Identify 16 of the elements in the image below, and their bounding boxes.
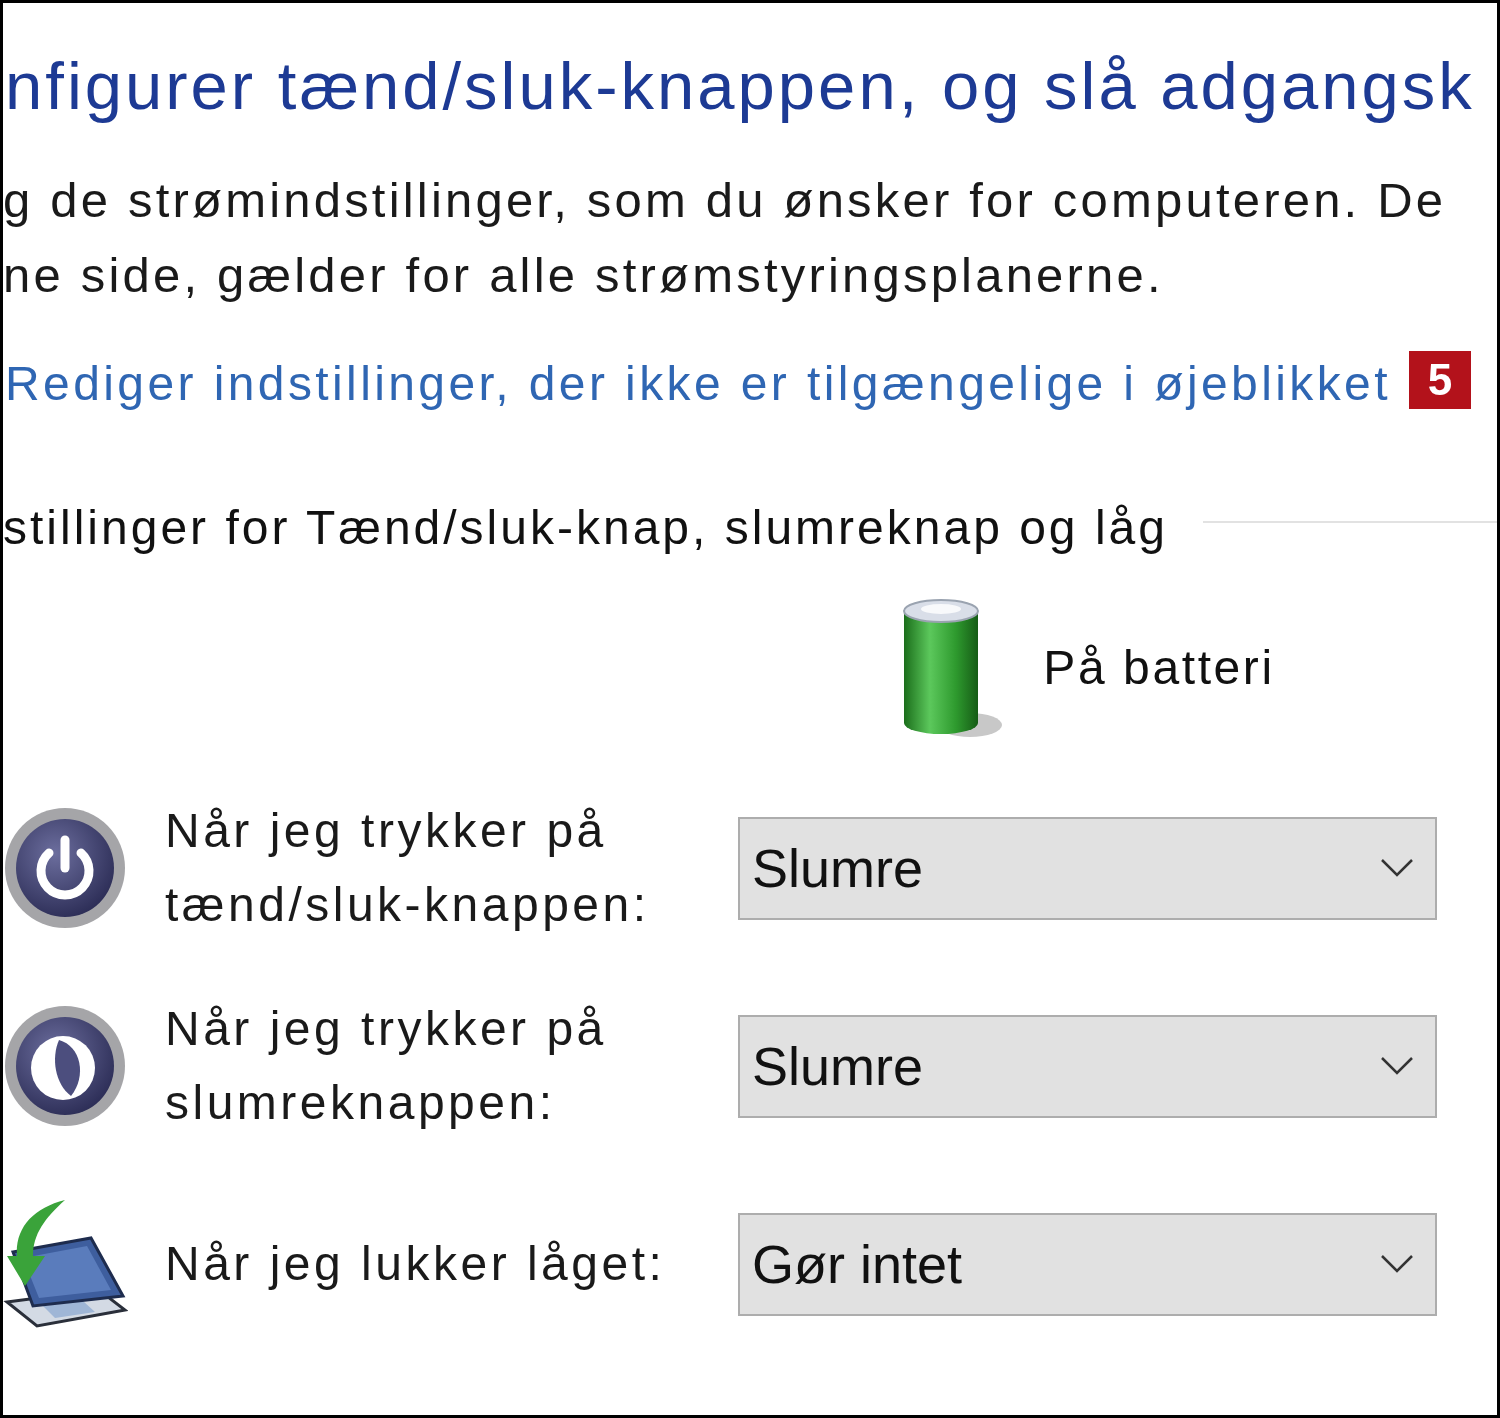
setting-label: Når jeg trykker på tænd/sluk-knappen:: [165, 803, 651, 933]
description-text: g de strømindstillinger, som du ønsker for computeren. De: [3, 172, 1448, 229]
chevron-down-icon: [1381, 1057, 1413, 1075]
page-title: nfigurer tænd/sluk-knappen, og slå adgangsk: [5, 47, 1476, 124]
setting-label: Når jeg lukker låget:: [165, 1236, 667, 1292]
number-badge: 5: [1408, 350, 1471, 409]
chevron-down-icon: [1381, 1255, 1413, 1273]
settings-link[interactable]: Rediger indstillinger, der ikke er tilgængelige i øjeblikket: [5, 346, 1391, 421]
dropdown[interactable]: Slumre: [738, 816, 1437, 920]
dropdown[interactable]: Gør intet: [738, 1212, 1437, 1316]
chevron-down-icon: [1381, 859, 1413, 877]
column-header: På batteri: [1043, 640, 1275, 695]
description-text: ne side, gælder for alle strømstyringsplanerne.: [3, 247, 1165, 304]
dropdown[interactable]: Slumre: [738, 1014, 1437, 1118]
setting-label: Når jeg trykker på slumreknappen:: [165, 1001, 608, 1131]
section-heading: stillinger for Tænd/sluk-knap, slumreknap og låg: [3, 500, 1168, 556]
